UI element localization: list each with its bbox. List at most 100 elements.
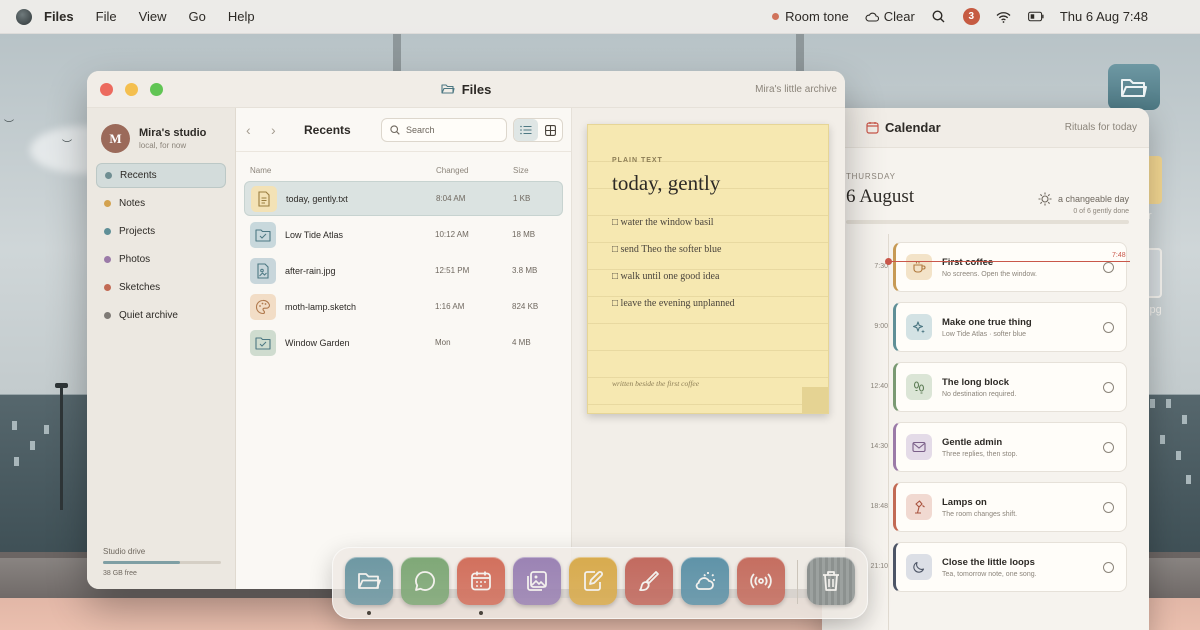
- event-checkbox[interactable]: [1103, 442, 1114, 453]
- profile[interactable]: M Mira's studio local, for now: [87, 108, 235, 163]
- file-row[interactable]: Window Garden Mon 4 MB: [244, 325, 563, 360]
- calendar-timeline: [888, 234, 889, 630]
- event-title: Lamps on: [942, 496, 987, 508]
- notification-badge[interactable]: 3: [962, 8, 980, 25]
- weather-status[interactable]: Clear: [865, 9, 915, 24]
- calendar-app[interactable]: [457, 557, 505, 605]
- event-card[interactable]: Lamps on The room changes shift.: [893, 482, 1127, 532]
- sidebar-item-projects[interactable]: Projects: [96, 219, 226, 244]
- notes-app[interactable]: [569, 557, 617, 605]
- search-field[interactable]: [381, 118, 507, 142]
- event-checkbox[interactable]: [1103, 562, 1114, 573]
- note-line: □ leave the evening unplanned: [612, 298, 735, 309]
- event-title: Gentle admin: [942, 436, 1003, 448]
- event-checkbox[interactable]: [1103, 262, 1114, 273]
- event-time: 7:30: [874, 263, 888, 270]
- event-time: 18:48: [870, 503, 888, 510]
- sidebar-item-notes[interactable]: Notes: [96, 191, 226, 216]
- calendar-icon: [866, 122, 879, 134]
- file-changed: 10:12 AM: [435, 230, 469, 239]
- drive-free-label: 38 GB free: [103, 570, 137, 577]
- menu-app-name[interactable]: Files: [44, 9, 74, 24]
- files-titlebar[interactable]: Files Mira's little archive: [87, 71, 845, 108]
- battery-icon[interactable]: [1027, 9, 1044, 25]
- lamp-icon: [906, 494, 932, 520]
- image-file-icon: [250, 257, 276, 284]
- file-name: Window Garden: [285, 337, 350, 348]
- event-card[interactable]: Gentle admin Three replies, then stop.: [893, 422, 1127, 472]
- sketch-app[interactable]: [625, 557, 673, 605]
- menu-view[interactable]: View: [139, 9, 167, 24]
- event-note: The room changes shift.: [942, 510, 1018, 518]
- radio-app[interactable]: [737, 557, 785, 605]
- column-name[interactable]: Name: [250, 166, 436, 175]
- calendar-icon: [469, 569, 493, 593]
- event-card[interactable]: Close the little loops Tea, tomorrow not…: [893, 542, 1127, 592]
- system-logo-icon[interactable]: [16, 8, 32, 25]
- event-card[interactable]: Make one true thing Low Tide Atlas · sof…: [893, 302, 1127, 352]
- file-row[interactable]: moth-lamp.sketch 1:16 AM 824 KB: [244, 289, 563, 324]
- menu-go[interactable]: Go: [189, 9, 206, 24]
- forward-chevron-icon[interactable]: ›: [271, 122, 287, 138]
- file-row[interactable]: today, gently.txt 8:04 AM 1 KB: [244, 181, 563, 216]
- photos-app[interactable]: [513, 557, 561, 605]
- event-note: Three replies, then stop.: [942, 450, 1018, 458]
- event-time: 9:00: [874, 323, 888, 330]
- sidebar-item-quiet-archive[interactable]: Quiet archive: [96, 303, 226, 328]
- clock[interactable]: Thu 6 Aug 7:48: [1060, 9, 1148, 24]
- list-view-button[interactable]: [514, 119, 538, 141]
- column-changed[interactable]: Changed: [436, 166, 513, 175]
- note-preview[interactable]: PLAIN TEXT today, gently □ water the win…: [587, 124, 829, 414]
- location-title: Recents: [304, 122, 351, 137]
- files-window: Files Mira's little archive M Mira's stu…: [87, 71, 845, 589]
- file-size: 18 MB: [512, 230, 536, 239]
- drive-usage: Studio drive 38 GB free: [103, 547, 221, 577]
- file-row[interactable]: after-rain.jpg 12:51 PM 3.8 MB: [244, 253, 563, 288]
- weather-app[interactable]: [681, 557, 729, 605]
- file-name: after-rain.jpg: [285, 265, 336, 276]
- event-card[interactable]: The long block No destination required.: [893, 362, 1127, 412]
- status-area: Room tone Clear 3 Thu 6 Aug 7:48: [772, 8, 1184, 25]
- coffee-icon: [906, 254, 932, 280]
- event-note: No screens. Open the window.: [942, 270, 1037, 278]
- sound-status-label: Room tone: [785, 9, 849, 24]
- event-checkbox[interactable]: [1103, 322, 1114, 333]
- files-app[interactable]: [345, 557, 393, 605]
- file-size: 3.8 MB: [512, 266, 538, 275]
- sidebar-item-label: Notes: [119, 198, 146, 209]
- calendar-subtitle: Rituals for today: [1064, 122, 1137, 133]
- tag-dot-icon: [104, 312, 111, 319]
- search-icon[interactable]: [931, 9, 947, 25]
- sidebar-item-recents[interactable]: Recents: [96, 163, 226, 188]
- back-chevron-icon[interactable]: ‹: [246, 122, 262, 138]
- event-time: 14:30: [870, 443, 888, 450]
- note-line: □ walk until one good idea: [612, 271, 720, 282]
- menu-help[interactable]: Help: [228, 9, 255, 24]
- sound-status[interactable]: Room tone: [772, 9, 849, 24]
- preview-pane: PLAIN TEXT today, gently □ water the win…: [572, 108, 845, 589]
- sidebar-item-photos[interactable]: Photos: [96, 247, 226, 272]
- event-note: Low Tide Atlas · softer blue: [942, 330, 1027, 338]
- window-title-text: Files: [461, 81, 492, 97]
- trash-app[interactable]: [807, 557, 855, 605]
- event-card[interactable]: First coffee No screens. Open the window…: [893, 242, 1127, 292]
- search-input[interactable]: [406, 125, 506, 135]
- menu-file[interactable]: File: [96, 9, 117, 24]
- messages-app[interactable]: [401, 557, 449, 605]
- file-list-pane: ‹ › Recents Name Changed Size today,: [236, 108, 572, 589]
- event-checkbox[interactable]: [1103, 502, 1114, 513]
- calendar-titlebar[interactable]: Calendar Rituals for today: [822, 108, 1149, 148]
- sidebar-item-label: Recents: [120, 170, 157, 181]
- dock: [332, 547, 868, 619]
- wallpaper-lamp-head: [55, 383, 68, 388]
- menu-bar: Files File View Go Help Room tone Clear …: [0, 0, 1200, 34]
- event-checkbox[interactable]: [1103, 382, 1114, 393]
- folder-open-icon: [357, 571, 381, 591]
- grid-view-button[interactable]: [538, 119, 562, 141]
- wifi-icon[interactable]: [996, 9, 1012, 25]
- desktop-folder-icon[interactable]: [1108, 64, 1160, 110]
- broadcast-icon: [749, 569, 773, 593]
- column-size[interactable]: Size: [513, 166, 529, 175]
- sidebar-item-sketches[interactable]: Sketches: [96, 275, 226, 300]
- file-row[interactable]: Low Tide Atlas 10:12 AM 18 MB: [244, 217, 563, 252]
